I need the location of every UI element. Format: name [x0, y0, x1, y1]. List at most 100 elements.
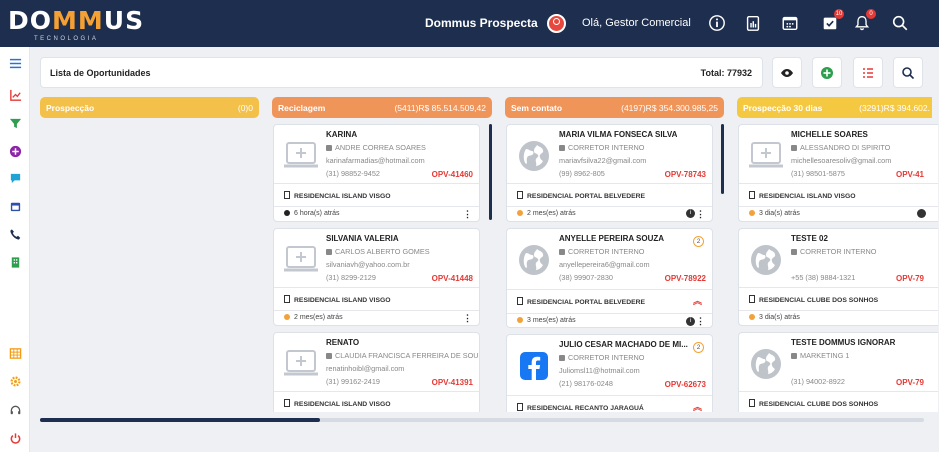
info-icon[interactable]: i — [686, 317, 695, 326]
column-header-reciclagem[interactable]: Reciclagem (5411)R$ 85.514.509,42 — [272, 97, 492, 118]
lead-email: silvaniavh@yahoo.com.br — [326, 260, 410, 269]
opv-code[interactable]: OPV-41391 — [432, 378, 473, 387]
opportunity-card[interactable]: RENATO CLAUDIA FRANCISCA FERREIRA DE SOU… — [273, 332, 480, 412]
view-eye-button[interactable] — [772, 57, 802, 88]
settings-gear-icon[interactable] — [8, 374, 22, 388]
sidebar — [0, 47, 30, 452]
opv-code[interactable]: OPV-79 — [896, 378, 924, 387]
more-options-icon[interactable]: ⋮ — [696, 316, 705, 327]
chart-icon[interactable] — [8, 88, 22, 102]
horizontal-scroll-thumb[interactable] — [40, 418, 320, 422]
lead-name: TESTE DOMMUS IGNORAR — [791, 338, 896, 347]
user-greeting[interactable]: Olá, Gestor Comercial — [582, 17, 691, 29]
globe-placeholder-icon — [515, 139, 553, 173]
last-activity-time: 2 mes(es) atrás — [517, 210, 576, 217]
lead-name: KARINA — [326, 130, 358, 139]
lead-email: renatinhoibl@gmail.com — [326, 364, 405, 373]
info-icon[interactable] — [707, 13, 727, 33]
opv-code[interactable]: OPV-79 — [896, 274, 924, 283]
phone-icon[interactable] — [8, 227, 22, 241]
responsible-agent: CORRETOR INTERNO — [559, 143, 645, 152]
globe-placeholder-icon — [515, 243, 553, 277]
facebook-icon — [515, 349, 553, 383]
total-count: Total: 77932 — [700, 68, 752, 78]
column-header-prospeccao-30-dias[interactable]: Prospecção 30 dias (3291)R$ 394.602. — [737, 97, 932, 118]
top-bar: DOMMUS TECNOLOGIA Dommus Prospecta Olá, … — [0, 0, 939, 47]
lead-name: RENATO — [326, 338, 360, 347]
last-activity-time: 6 hora(s) atrás — [284, 210, 340, 217]
lead-name: JULIO CESAR MACHADO DE MI... — [559, 340, 688, 349]
opv-code[interactable]: OPV-41448 — [432, 274, 473, 283]
calendar-icon[interactable] — [780, 13, 800, 33]
laptop-placeholder-icon — [282, 347, 320, 381]
opportunity-card[interactable]: MARIA VILMA FONSECA SILVA CORRETOR INTER… — [506, 124, 713, 222]
lead-phone: (31) 94002-8922 — [791, 377, 845, 386]
page-title: Lista de Oportunidades — [50, 68, 151, 78]
lead-name: MARIA VILMA FONSECA SILVA — [559, 130, 678, 139]
filter-list-button[interactable] — [853, 57, 883, 88]
lead-phone: (99) 8962-805 — [559, 169, 605, 178]
priority-chevron-icon: ︽ — [692, 296, 702, 306]
lead-name: SILVANIA VALERIA — [326, 234, 399, 243]
search-icon[interactable] — [890, 13, 910, 33]
more-options-icon[interactable]: ⋮ — [696, 209, 705, 220]
opportunities-header: Lista de Oportunidades Total: 77932 — [40, 57, 763, 88]
tasks-check-icon[interactable]: 10 — [820, 9, 844, 33]
development-name: RESIDENCIAL PORTAL BELVEDERE — [517, 191, 645, 200]
notification-bell-icon[interactable]: 0 — [852, 9, 876, 33]
lead-phone: +55 (38) 9884-1321 — [791, 273, 856, 282]
opportunity-card[interactable]: ANYELLE PEREIRA SOUZA 2 CORRETOR INTERNO… — [506, 228, 713, 328]
opv-code[interactable]: OPV-41460 — [432, 170, 473, 179]
opportunity-card[interactable]: TESTE 02 CORRETOR INTERNO +55 (38) 9884-… — [738, 228, 938, 326]
last-activity-time: 2 mes(es) atrás — [284, 314, 343, 321]
opv-code[interactable]: OPV-78922 — [665, 274, 706, 283]
column-scrollbar[interactable] — [489, 124, 492, 220]
calendar-sidebar-icon[interactable] — [8, 199, 22, 213]
lead-email: mariavfsilva22@gmail.com — [559, 156, 647, 165]
interaction-count-badge: 2 — [693, 342, 704, 353]
report-clipboard-icon[interactable] — [743, 13, 763, 33]
support-headset-icon[interactable] — [8, 403, 22, 417]
laptop-placeholder-icon — [747, 139, 785, 173]
development-name: RESIDENCIAL CLUBE DOS SONHOS — [749, 295, 878, 304]
opv-code[interactable]: OPV-62673 — [665, 380, 706, 389]
opportunity-card[interactable]: TESTE DOMMUS IGNORAR MARKETING 1 (31) 94… — [738, 332, 938, 412]
more-options-icon[interactable]: ⋮ — [463, 209, 472, 220]
info-icon[interactable] — [917, 209, 926, 218]
building-icon[interactable] — [8, 255, 22, 269]
menu-hamburger-icon[interactable] — [8, 56, 22, 70]
development-name: RESIDENCIAL ISLAND VISGO — [284, 191, 391, 200]
column-header-sem-contato[interactable]: Sem contato (4197)R$ 354.300.985,25 — [505, 97, 724, 118]
table-grid-icon[interactable] — [8, 346, 22, 360]
opv-code[interactable]: OPV-78743 — [665, 170, 706, 179]
lead-phone: (38) 99907-2830 — [559, 273, 613, 282]
opportunity-card[interactable]: MICHELLE SOARES ALESSANDRO DI SPIRITO mi… — [738, 124, 938, 222]
opportunity-card[interactable]: SILVANIA VALERIA CARLOS ALBERTO GOMES si… — [273, 228, 480, 326]
opportunity-card[interactable]: KARINA ANDRE CORREA SOARES karinafarmadi… — [273, 124, 480, 222]
power-logout-icon[interactable] — [8, 431, 22, 445]
opportunity-card[interactable]: JULIO CESAR MACHADO DE MI... 2 CORRETOR … — [506, 334, 713, 412]
more-options-icon[interactable]: ⋮ — [463, 313, 472, 324]
responsible-agent: CORRETOR INTERNO — [559, 353, 645, 362]
responsible-agent: CARLOS ALBERTO GOMES — [326, 247, 430, 256]
info-icon[interactable]: i — [686, 209, 695, 218]
lead-phone: (31) 8299-2129 — [326, 273, 376, 282]
lead-name: ANYELLE PEREIRA SOUZA — [559, 234, 665, 243]
lead-phone: (31) 99162-2419 — [326, 377, 380, 386]
dommus-logo[interactable]: DOMMUS TECNOLOGIA — [8, 6, 144, 42]
funnel-icon[interactable] — [8, 116, 22, 130]
last-activity-time: 3 mes(es) atrás — [517, 317, 576, 324]
chat-icon[interactable] — [8, 171, 22, 185]
column-header-prospeccao[interactable]: Prospecção (0)0 — [40, 97, 259, 118]
interaction-count-badge: 2 — [693, 236, 704, 247]
search-icon — [902, 66, 915, 79]
add-circle-icon[interactable] — [8, 144, 22, 158]
user-avatar-icon[interactable] — [547, 14, 566, 33]
development-name: RESIDENCIAL RECANTO JARAGUÁ — [517, 403, 644, 412]
add-opportunity-button[interactable] — [812, 57, 842, 88]
lead-phone: (21) 98176-0248 — [559, 379, 613, 388]
responsible-agent: ANDRE CORREA SOARES — [326, 143, 426, 152]
column-scrollbar[interactable] — [721, 124, 724, 194]
search-button[interactable] — [893, 57, 923, 88]
opv-code[interactable]: OPV-41 — [896, 170, 924, 179]
